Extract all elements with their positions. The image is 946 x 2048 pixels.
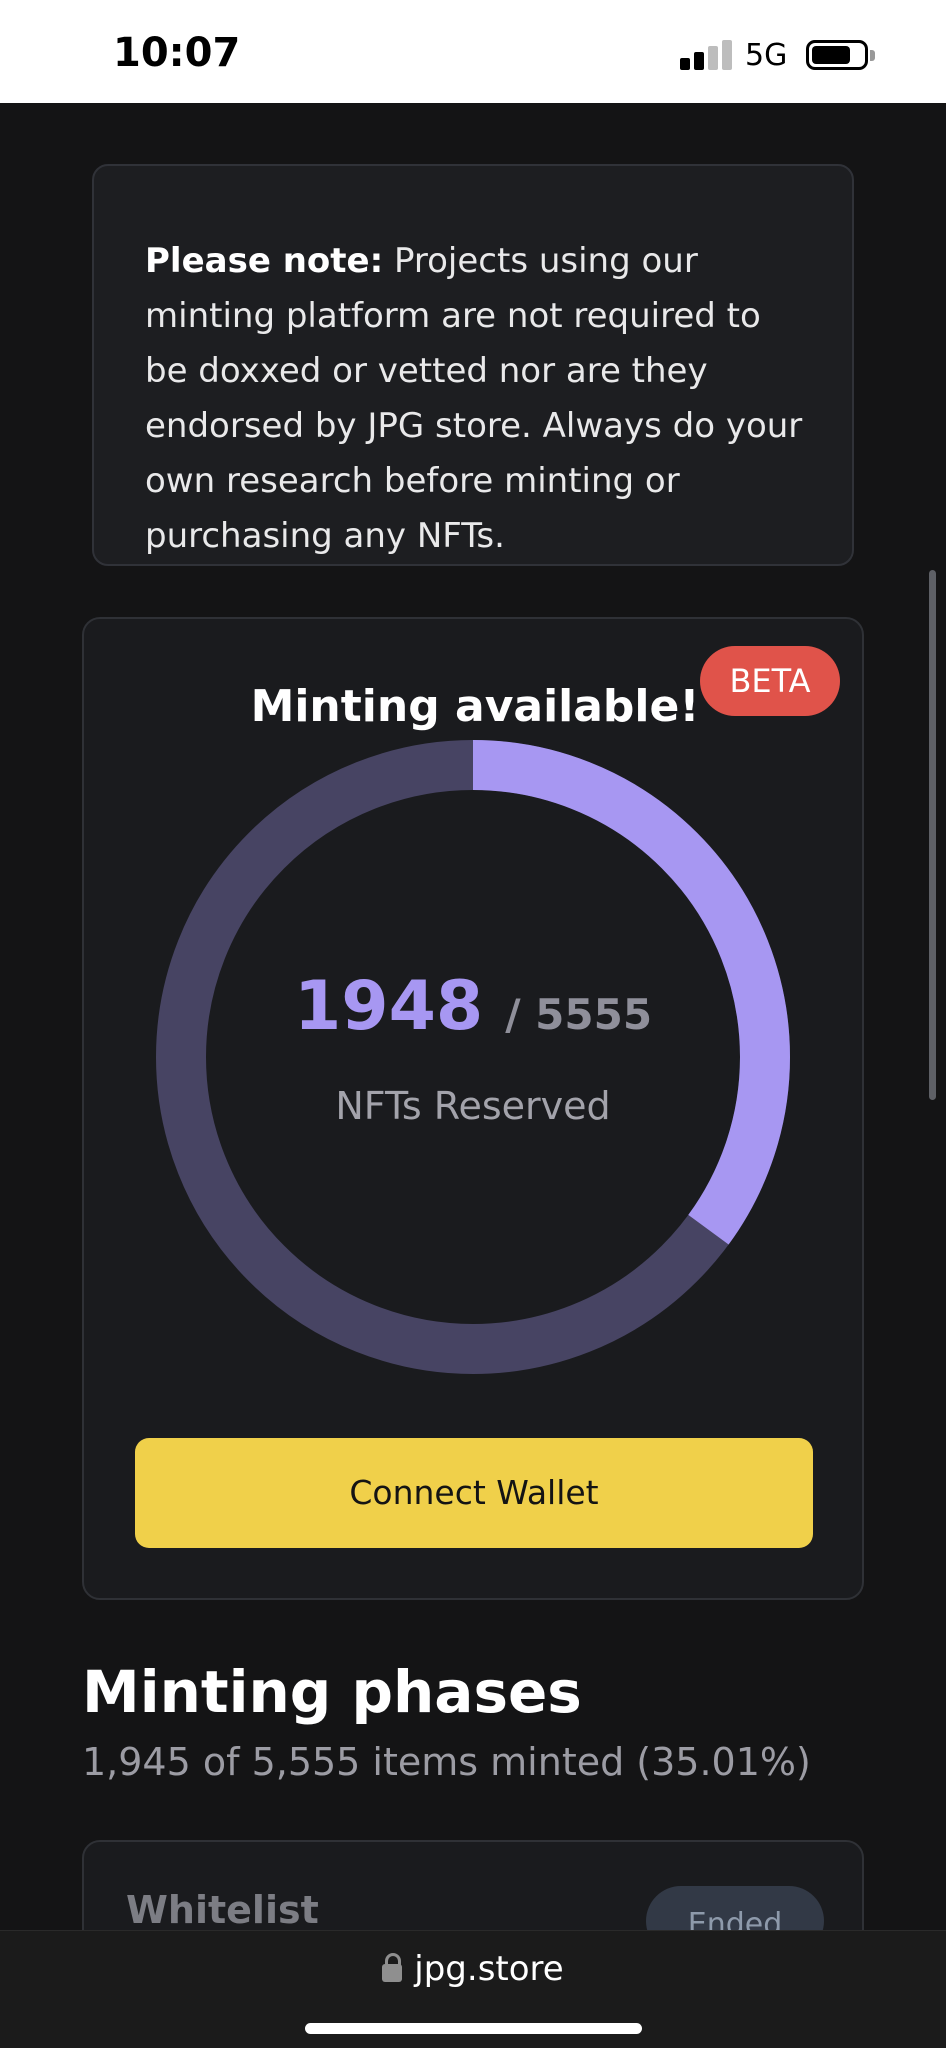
minting-card: Minting available! BETA 1948/ 5555 NFTs … bbox=[82, 617, 864, 1600]
status-bar: 10:07 5G bbox=[0, 0, 946, 103]
battery-tip bbox=[870, 50, 875, 61]
total-supply: / 5555 bbox=[505, 990, 653, 1039]
connect-wallet-button[interactable]: Connect Wallet bbox=[135, 1438, 813, 1548]
phase-name: Whitelist bbox=[126, 1888, 319, 1932]
url-field[interactable]: jpg.store bbox=[0, 1949, 946, 1989]
reserved-label: NFTs Reserved bbox=[335, 1084, 611, 1128]
phases-title: Minting phases bbox=[82, 1658, 582, 1726]
scrollbar[interactable] bbox=[929, 570, 936, 1100]
reserved-count: 1948 / 5555 bbox=[155, 967, 791, 1046]
phases-summary: 1,945 of 5,555 items minted (35.01%) bbox=[82, 1740, 811, 1784]
network-type: 5G bbox=[745, 38, 788, 73]
status-time: 10:07 bbox=[113, 30, 241, 76]
lock-icon bbox=[382, 1953, 403, 1982]
home-indicator[interactable] bbox=[305, 2023, 642, 2034]
notice-text: Please note: Projects using our minting … bbox=[145, 234, 808, 564]
url-text: jpg.store bbox=[414, 1949, 564, 1989]
beta-badge: BETA bbox=[700, 646, 840, 716]
reserved-value: 1948 bbox=[293, 967, 484, 1046]
progress-center: 1948 / 5555 NFTs Reserved bbox=[155, 739, 791, 1375]
notice-body: Projects using our minting platform are … bbox=[145, 241, 803, 556]
notice-bold-prefix: Please note: bbox=[145, 241, 384, 281]
browser-bar: jpg.store bbox=[0, 1930, 946, 2048]
battery-icon bbox=[806, 40, 868, 70]
signal-icon bbox=[680, 40, 732, 70]
notice-card: Please note: Projects using our minting … bbox=[92, 164, 854, 566]
